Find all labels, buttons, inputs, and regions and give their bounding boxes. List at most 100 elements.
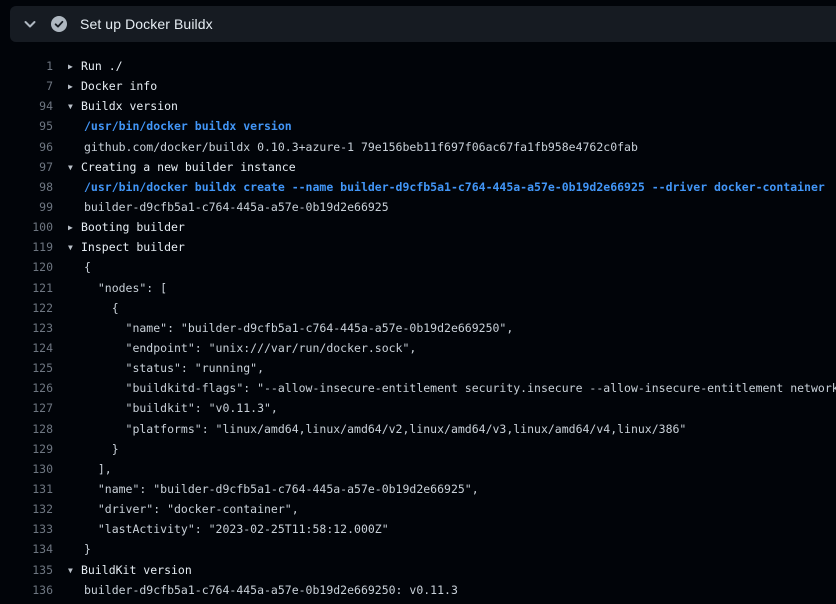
line-number[interactable]: 1 bbox=[0, 56, 53, 76]
line-body: } bbox=[68, 539, 836, 559]
line-body: ▼Creating a new builder instance bbox=[68, 157, 836, 177]
line-text: /usr/bin/docker buildx create --name bui… bbox=[84, 180, 825, 194]
triangle-down-icon[interactable]: ▼ bbox=[68, 97, 81, 116]
line-body: "buildkit": "v0.11.3", bbox=[68, 398, 836, 418]
line-text: ], bbox=[84, 462, 112, 476]
line-text[interactable]: Run ./ bbox=[81, 59, 123, 73]
line-text[interactable]: Creating a new builder instance bbox=[81, 160, 296, 174]
log-line: 1 ▶Run ./ bbox=[0, 56, 836, 76]
line-number[interactable]: 135 bbox=[0, 560, 53, 580]
line-text: { bbox=[84, 260, 91, 274]
log-line: 134 } bbox=[0, 539, 836, 559]
line-text: { bbox=[84, 301, 119, 315]
line-number[interactable]: 134 bbox=[0, 539, 53, 559]
triangle-right-icon[interactable]: ▶ bbox=[68, 218, 81, 237]
line-body: { bbox=[68, 298, 836, 318]
line-body: /usr/bin/docker buildx version bbox=[68, 116, 836, 136]
line-number[interactable]: 121 bbox=[0, 278, 53, 298]
line-number[interactable]: 129 bbox=[0, 439, 53, 459]
line-text: } bbox=[84, 542, 91, 556]
line-body: "status": "running", bbox=[68, 358, 836, 378]
line-text: "buildkit": "v0.11.3", bbox=[84, 401, 278, 415]
log-line: 119 ▼Inspect builder bbox=[0, 237, 836, 257]
line-number[interactable]: 97 bbox=[0, 157, 53, 177]
check-circle-icon bbox=[51, 16, 67, 32]
line-text[interactable]: Docker info bbox=[81, 79, 157, 93]
triangle-down-icon[interactable]: ▼ bbox=[68, 238, 81, 257]
line-number[interactable]: 133 bbox=[0, 519, 53, 539]
line-number[interactable]: 94 bbox=[0, 96, 53, 116]
line-body: ▶Docker info bbox=[68, 76, 836, 96]
line-body: } bbox=[68, 439, 836, 459]
line-number[interactable]: 100 bbox=[0, 217, 53, 237]
log-line: 123 "name": "builder-d9cfb5a1-c764-445a-… bbox=[0, 318, 836, 338]
log-line: 97 ▼Creating a new builder instance bbox=[0, 157, 836, 177]
line-text: /usr/bin/docker buildx version bbox=[84, 119, 292, 133]
line-body: ], bbox=[68, 459, 836, 479]
line-body: "name": "builder-d9cfb5a1-c764-445a-a57e… bbox=[68, 318, 836, 338]
log-line: 128 "platforms": "linux/amd64,linux/amd6… bbox=[0, 419, 836, 439]
log-line: 133 "lastActivity": "2023-02-25T11:58:12… bbox=[0, 519, 836, 539]
line-text[interactable]: Inspect builder bbox=[81, 240, 185, 254]
log-line: 100 ▶Booting builder bbox=[0, 217, 836, 237]
line-number[interactable]: 96 bbox=[0, 137, 53, 157]
line-text: "lastActivity": "2023-02-25T11:58:12.000… bbox=[84, 522, 389, 536]
line-text: "platforms": "linux/amd64,linux/amd64/v2… bbox=[84, 422, 686, 436]
line-number[interactable]: 126 bbox=[0, 378, 53, 398]
line-number[interactable]: 98 bbox=[0, 177, 53, 197]
line-body: builder-d9cfb5a1-c764-445a-a57e-0b19d2e6… bbox=[68, 197, 836, 217]
line-number[interactable]: 99 bbox=[0, 197, 53, 217]
line-body: /usr/bin/docker buildx create --name bui… bbox=[68, 177, 836, 197]
line-number[interactable]: 124 bbox=[0, 338, 53, 358]
log-line: 96 github.com/docker/buildx 0.10.3+azure… bbox=[0, 137, 836, 157]
line-body: ▶Booting builder bbox=[68, 217, 836, 237]
line-text[interactable]: Buildx version bbox=[81, 99, 178, 113]
line-text: "endpoint": "unix:///var/run/docker.sock… bbox=[84, 341, 416, 355]
line-number[interactable]: 7 bbox=[0, 76, 53, 96]
line-body: ▼Inspect builder bbox=[68, 237, 836, 257]
line-text[interactable]: BuildKit version bbox=[81, 563, 192, 577]
step-header[interactable]: Set up Docker Buildx bbox=[10, 6, 836, 42]
line-text: "driver": "docker-container", bbox=[84, 502, 299, 516]
chevron-down-icon[interactable] bbox=[22, 16, 38, 32]
line-number[interactable]: 123 bbox=[0, 318, 53, 338]
line-body: "name": "builder-d9cfb5a1-c764-445a-a57e… bbox=[68, 479, 836, 499]
line-number[interactable]: 122 bbox=[0, 298, 53, 318]
line-text: "name": "builder-d9cfb5a1-c764-445a-a57e… bbox=[84, 321, 513, 335]
log-line: 94 ▼Buildx version bbox=[0, 96, 836, 116]
line-number[interactable]: 132 bbox=[0, 499, 53, 519]
line-body: ▼Buildx version bbox=[68, 96, 836, 116]
line-number[interactable]: 125 bbox=[0, 358, 53, 378]
line-text: builder-d9cfb5a1-c764-445a-a57e-0b19d2e6… bbox=[84, 583, 458, 597]
line-body: github.com/docker/buildx 0.10.3+azure-1 … bbox=[68, 137, 836, 157]
line-number[interactable]: 130 bbox=[0, 459, 53, 479]
line-number[interactable]: 128 bbox=[0, 419, 53, 439]
log-line: 130 ], bbox=[0, 459, 836, 479]
line-number[interactable]: 119 bbox=[0, 237, 53, 257]
line-number[interactable]: 136 bbox=[0, 580, 53, 600]
line-number[interactable]: 95 bbox=[0, 116, 53, 136]
line-text[interactable]: Booting builder bbox=[81, 220, 185, 234]
line-number[interactable]: 120 bbox=[0, 257, 53, 277]
line-text: "status": "running", bbox=[84, 361, 264, 375]
line-body: builder-d9cfb5a1-c764-445a-a57e-0b19d2e6… bbox=[68, 580, 836, 600]
log-line: 131 "name": "builder-d9cfb5a1-c764-445a-… bbox=[0, 479, 836, 499]
triangle-down-icon[interactable]: ▼ bbox=[68, 158, 81, 177]
log-line: 124 "endpoint": "unix:///var/run/docker.… bbox=[0, 338, 836, 358]
line-body: { bbox=[68, 257, 836, 277]
log-line: 99 builder-d9cfb5a1-c764-445a-a57e-0b19d… bbox=[0, 197, 836, 217]
log-line: 121 "nodes": [ bbox=[0, 278, 836, 298]
triangle-right-icon[interactable]: ▶ bbox=[68, 57, 81, 76]
triangle-down-icon[interactable]: ▼ bbox=[68, 561, 81, 580]
log-line: 129 } bbox=[0, 439, 836, 459]
log-line: 120 { bbox=[0, 257, 836, 277]
log-line: 125 "status": "running", bbox=[0, 358, 836, 378]
line-number[interactable]: 131 bbox=[0, 479, 53, 499]
line-text: "name": "builder-d9cfb5a1-c764-445a-a57e… bbox=[84, 482, 479, 496]
line-text: builder-d9cfb5a1-c764-445a-a57e-0b19d2e6… bbox=[84, 200, 389, 214]
line-number[interactable]: 127 bbox=[0, 398, 53, 418]
log-lines: 1 ▶Run ./ 7 ▶Docker info 94 ▼Buildx vers… bbox=[0, 42, 836, 604]
log-line: 95 /usr/bin/docker buildx version bbox=[0, 116, 836, 136]
step-title: Set up Docker Buildx bbox=[80, 16, 213, 32]
triangle-right-icon[interactable]: ▶ bbox=[68, 77, 81, 96]
